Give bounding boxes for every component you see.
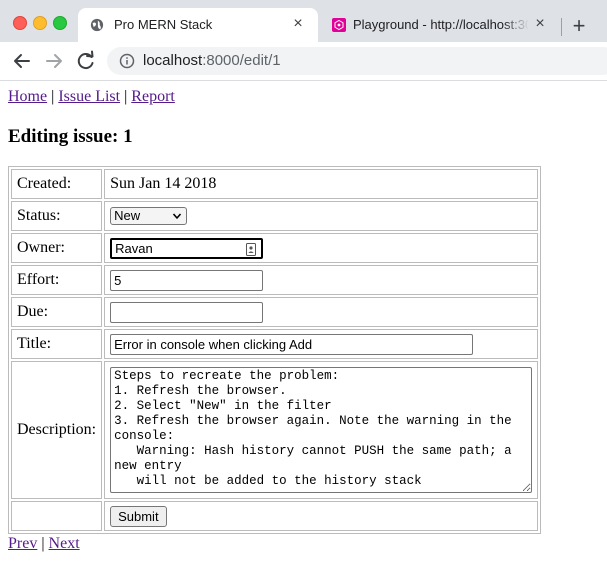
owner-value: Ravan bbox=[115, 240, 153, 256]
effort-label: Effort: bbox=[11, 265, 103, 295]
pager-separator: | bbox=[41, 535, 45, 552]
address-bar[interactable]: localhost:8000/edit/1 bbox=[107, 47, 607, 75]
new-tab-button[interactable]: + bbox=[566, 14, 592, 40]
status-selected-value: New bbox=[114, 208, 141, 223]
status-label: Status: bbox=[11, 201, 103, 231]
form-row-submit: Submit bbox=[11, 501, 539, 531]
browser-toolbar: localhost:8000/edit/1 bbox=[0, 42, 607, 81]
created-label: Created: bbox=[11, 169, 103, 199]
home-link[interactable]: Home bbox=[8, 88, 47, 105]
form-row-description: Description: Steps to recreate the probl… bbox=[11, 361, 539, 499]
report-link[interactable]: Report bbox=[131, 88, 175, 105]
info-icon[interactable] bbox=[119, 53, 135, 69]
maximize-window-button[interactable] bbox=[53, 16, 67, 30]
form-row-created: Created: Sun Jan 14 2018 bbox=[11, 169, 539, 199]
tab-playground[interactable]: Playground - http://localhost:3000/graph… bbox=[320, 8, 560, 42]
tab-close-icon[interactable]: × bbox=[532, 16, 548, 32]
forward-arrow-icon[interactable] bbox=[42, 50, 66, 72]
back-arrow-icon[interactable] bbox=[10, 50, 34, 72]
tab-divider bbox=[561, 18, 562, 36]
issue-list-link[interactable]: Issue List bbox=[58, 88, 120, 105]
tab-strip: Pro MERN Stack × Playground - http://loc… bbox=[0, 0, 607, 42]
autofill-contact-icon[interactable] bbox=[246, 242, 257, 256]
created-value: Sun Jan 14 2018 bbox=[104, 169, 539, 199]
due-label: Due: bbox=[11, 297, 103, 327]
owner-label: Owner: bbox=[11, 233, 103, 263]
pager: Prev | Next bbox=[8, 535, 80, 553]
chevron-down-icon bbox=[172, 213, 182, 219]
form-row-effort: Effort: bbox=[11, 265, 539, 295]
prev-link[interactable]: Prev bbox=[8, 535, 37, 552]
owner-field[interactable]: Ravan bbox=[110, 237, 264, 259]
tab-pro-mern-stack[interactable]: Pro MERN Stack × bbox=[78, 8, 318, 42]
globe-icon bbox=[90, 18, 104, 32]
form-row-title: Title: bbox=[11, 329, 539, 359]
form-row-due: Due: bbox=[11, 297, 539, 327]
status-select[interactable]: New bbox=[110, 207, 188, 225]
top-nav: Home | Issue List | Report bbox=[8, 88, 175, 106]
nav-separator: | bbox=[124, 88, 128, 105]
reload-icon[interactable] bbox=[74, 50, 98, 72]
nav-separator: | bbox=[51, 88, 55, 105]
title-field[interactable] bbox=[110, 333, 474, 355]
form-row-status: Status: New bbox=[11, 201, 539, 231]
tab-title: Playground - http://localhost:3000/graph… bbox=[353, 17, 529, 32]
description-label: Description: bbox=[11, 361, 103, 499]
page-title: Editing issue: 1 bbox=[8, 126, 133, 147]
title-label: Title: bbox=[11, 329, 103, 359]
tab-close-icon[interactable]: × bbox=[290, 16, 306, 32]
description-field[interactable]: Steps to recreate the problem: 1. Refres… bbox=[110, 367, 533, 493]
effort-field[interactable] bbox=[110, 269, 264, 291]
due-field[interactable] bbox=[110, 301, 264, 323]
tab-title: Pro MERN Stack bbox=[114, 17, 213, 32]
graphql-playground-icon bbox=[332, 18, 346, 32]
minimize-window-button[interactable] bbox=[33, 16, 47, 30]
url-text: localhost:8000/edit/1 bbox=[143, 52, 281, 69]
issue-edit-form: Created: Sun Jan 14 2018 Status: New Own… bbox=[8, 166, 542, 534]
close-window-button[interactable] bbox=[13, 16, 27, 30]
submit-button[interactable]: Submit bbox=[110, 505, 167, 527]
empty-cell bbox=[11, 501, 103, 531]
next-link[interactable]: Next bbox=[49, 535, 80, 552]
form-row-owner: Owner: Ravan bbox=[11, 233, 539, 263]
